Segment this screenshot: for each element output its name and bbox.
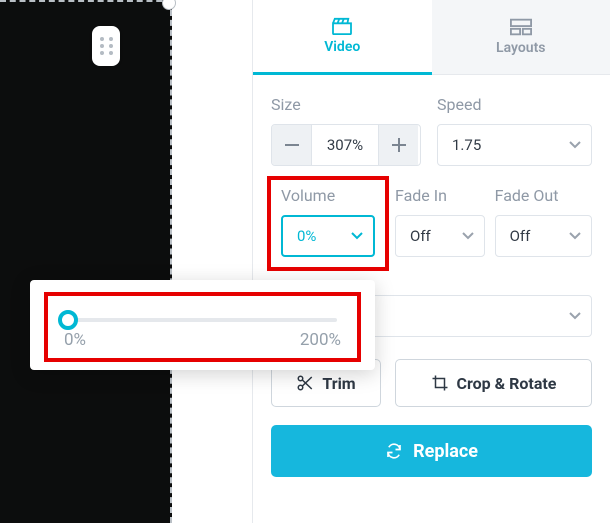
- minus-icon: [285, 144, 299, 146]
- clapperboard-icon: [331, 17, 353, 35]
- tab-layouts[interactable]: Layouts: [432, 0, 610, 75]
- highlight-volume: Volume 0%: [267, 176, 389, 271]
- chevron-down-icon: [462, 232, 474, 240]
- tab-video[interactable]: Video: [253, 0, 432, 75]
- replace-button[interactable]: Replace: [271, 425, 592, 477]
- slider-min-label: 0%: [64, 330, 86, 350]
- fade-out-value: Off: [510, 227, 531, 245]
- size-value[interactable]: 307%: [312, 125, 378, 165]
- volume-label: Volume: [281, 186, 375, 205]
- crop-label: Crop & Rotate: [457, 374, 557, 393]
- layouts-icon: [510, 18, 532, 36]
- volume-slider-popover: 0% 200%: [30, 280, 375, 370]
- speed-value: 1.75: [452, 136, 481, 154]
- plus-icon: [392, 138, 406, 152]
- tab-layouts-label: Layouts: [496, 40, 545, 56]
- slider-max-label: 200%: [300, 330, 341, 350]
- tab-video-label: Video: [324, 39, 360, 55]
- fade-in-value: Off: [410, 227, 431, 245]
- crop-rotate-button[interactable]: Crop & Rotate: [395, 359, 592, 407]
- scissors-icon: [296, 374, 314, 392]
- speed-select[interactable]: 1.75: [437, 124, 592, 166]
- speed-label: Speed: [437, 95, 592, 114]
- volume-select[interactable]: 0%: [281, 215, 375, 257]
- refresh-icon: [385, 442, 403, 460]
- selection-handle[interactable]: [162, 0, 176, 10]
- fade-out-label: Fade Out: [495, 186, 592, 205]
- size-stepper: 307%: [271, 124, 421, 166]
- replace-label: Replace: [413, 441, 478, 462]
- chevron-down-icon: [569, 232, 581, 240]
- size-label: Size: [271, 95, 421, 114]
- fade-out-select[interactable]: Off: [495, 215, 592, 257]
- volume-slider[interactable]: [68, 318, 337, 322]
- drag-handle[interactable]: [92, 26, 120, 66]
- size-increase-button[interactable]: [378, 125, 418, 165]
- volume-value: 0%: [297, 227, 316, 245]
- chevron-down-icon: [569, 312, 581, 320]
- fade-in-select[interactable]: Off: [395, 215, 485, 257]
- trim-label: Trim: [322, 374, 355, 393]
- slider-thumb[interactable]: [58, 310, 78, 330]
- chevron-down-icon: [351, 232, 363, 240]
- fade-in-label: Fade In: [395, 186, 485, 205]
- highlight-slider: 0% 200%: [44, 292, 361, 362]
- size-decrease-button[interactable]: [272, 125, 312, 165]
- chevron-down-icon: [569, 141, 581, 149]
- canvas-preview[interactable]: [0, 0, 172, 523]
- tabs: Video Layouts: [253, 0, 610, 75]
- crop-icon: [431, 374, 449, 392]
- properties-panel: Video Layouts Size 307%: [252, 0, 610, 523]
